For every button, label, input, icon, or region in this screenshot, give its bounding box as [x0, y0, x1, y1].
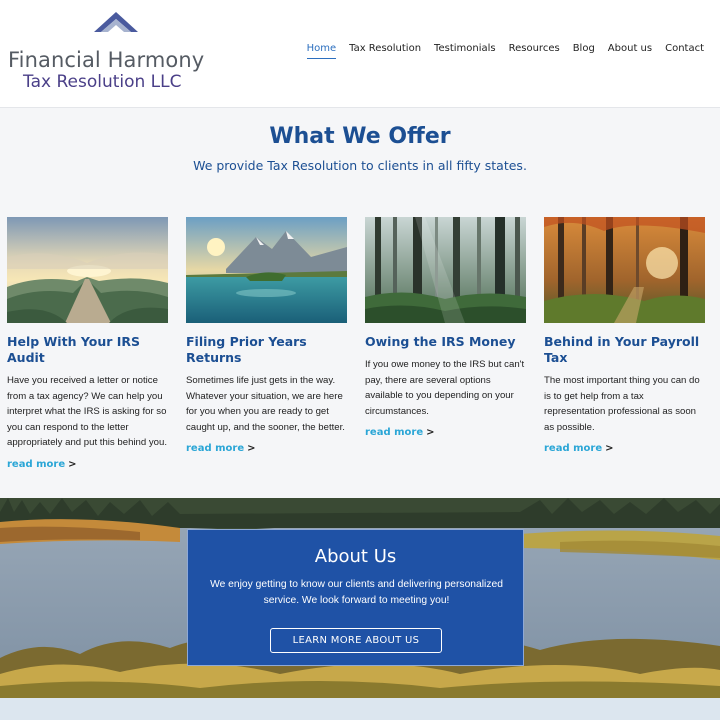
logo-name: Financial Harmony	[8, 48, 205, 72]
logo-tagline: Tax Resolution LLC	[23, 72, 182, 92]
chevron-right-icon: >	[605, 443, 614, 454]
site-logo[interactable]: Financial Harmony Tax Resolution LLC	[8, 12, 218, 92]
offer-subtitle: We provide Tax Resolution to clients in …	[193, 158, 527, 173]
about-text: We enjoy getting to know our clients and…	[210, 579, 503, 606]
nav-home[interactable]: Home	[306, 43, 337, 59]
service-card-audit: Help With Your IRS Audit Have you receiv…	[7, 217, 168, 472]
offer-section: What We Offer We provide Tax Resolution …	[0, 108, 720, 498]
misty-forest-image[interactable]	[365, 217, 526, 323]
about-section: About Us We enjoy getting to know our cl…	[0, 498, 720, 698]
mountain-lake-image[interactable]	[186, 217, 347, 323]
roof-chevron-icon	[94, 12, 138, 32]
card-title: Owing the IRS Money	[365, 334, 516, 349]
card-text: Sometimes life just gets in the way. Wha…	[186, 375, 345, 433]
card-text: If you owe money to the IRS but can't pa…	[365, 359, 525, 417]
offer-title: What We Offer	[269, 124, 451, 149]
service-card-owing-money: Owing the IRS Money If you owe money to …	[365, 217, 526, 440]
learn-more-about-us-button[interactable]: LEARN MORE ABOUT US	[270, 628, 442, 653]
read-more-link[interactable]: read more >	[544, 443, 614, 454]
card-text: Have you received a letter or notice fro…	[7, 375, 168, 448]
read-more-link[interactable]: read more >	[7, 459, 77, 470]
about-title: About Us	[314, 546, 397, 567]
nav-testimonials[interactable]: Testimonials	[434, 43, 496, 59]
card-title: Help With Your IRS Audit	[7, 334, 141, 365]
about-card: About Us We enjoy getting to know our cl…	[187, 529, 524, 666]
read-more-link[interactable]: read more >	[186, 443, 256, 454]
site-header: Financial Harmony Tax Resolution LLC Hom…	[0, 0, 720, 108]
read-more-link[interactable]: read more >	[365, 427, 435, 438]
nav-about-us[interactable]: About us	[608, 43, 652, 59]
nav-blog[interactable]: Blog	[573, 43, 595, 59]
chevron-right-icon: >	[247, 443, 256, 454]
card-title: Filing Prior Years Returns	[186, 334, 307, 365]
mountain-path-image[interactable]	[7, 217, 168, 323]
autumn-forest-image[interactable]	[544, 217, 705, 323]
nav-contact[interactable]: Contact	[665, 43, 704, 59]
card-text: The most important thing you can do is t…	[544, 375, 700, 433]
footer-strip	[0, 698, 720, 720]
chevron-right-icon: >	[426, 427, 435, 438]
nav-resources[interactable]: Resources	[509, 43, 560, 59]
main-nav: Home Tax Resolution Testimonials Resourc…	[294, 43, 704, 59]
card-title: Behind in Your Payroll Tax	[544, 334, 700, 365]
chevron-right-icon: >	[68, 458, 77, 470]
service-card-prior-years: Filing Prior Years Returns Sometimes lif…	[186, 217, 347, 456]
nav-tax-resolution[interactable]: Tax Resolution	[349, 43, 421, 59]
service-card-payroll-tax: Behind in Your Payroll Tax The most impo…	[544, 217, 705, 456]
